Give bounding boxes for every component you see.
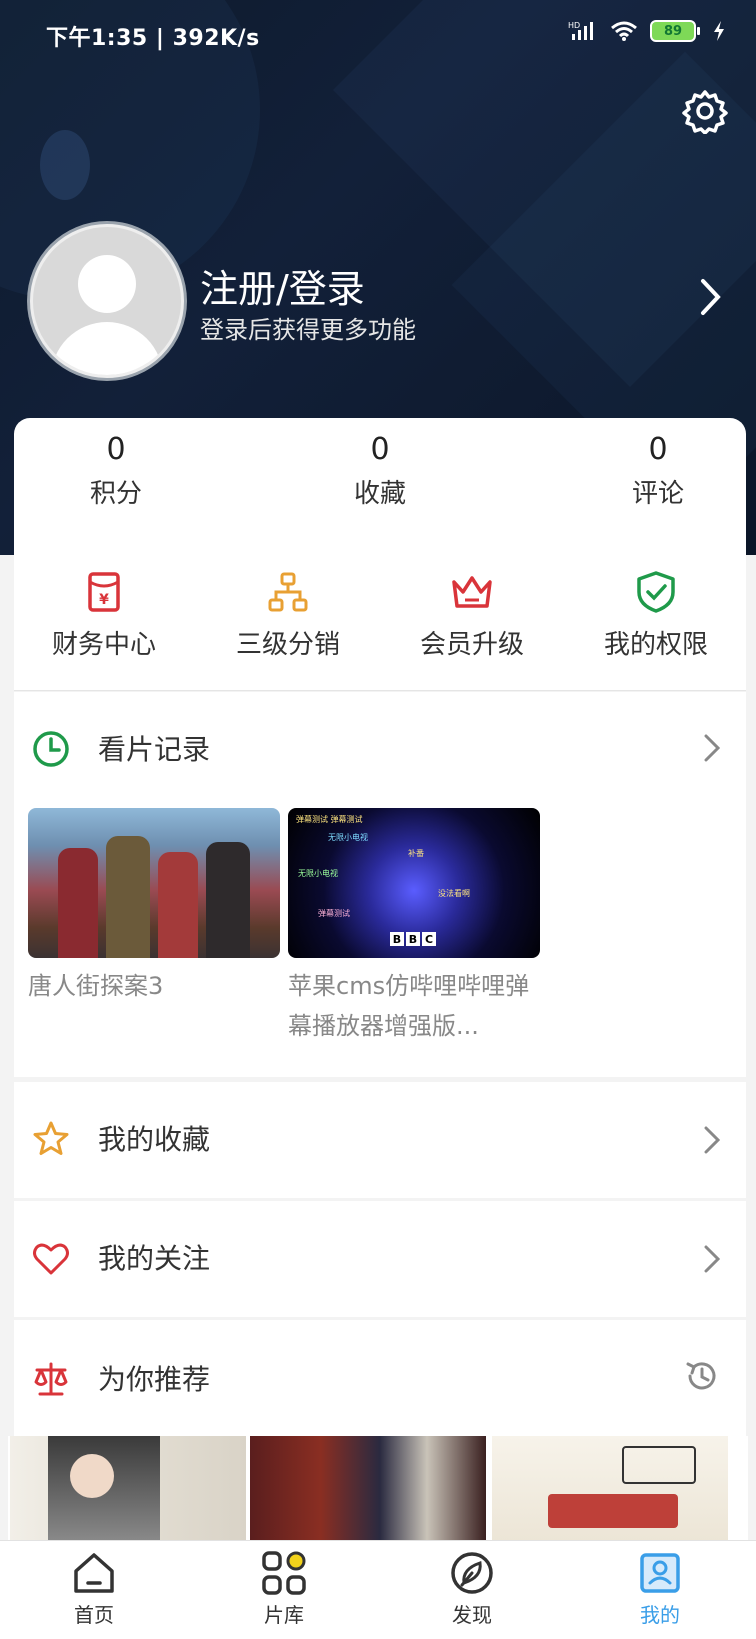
quick-permissions[interactable]: 我的权限 (566, 570, 746, 661)
signal-icon: HD (568, 21, 593, 40)
status-time: 下午1:35 | 392K/s (46, 26, 260, 51)
stat-favorites[interactable]: 0 收藏 (300, 432, 460, 510)
nav-profile[interactable]: 我的 (600, 1549, 720, 1628)
video-thumbnail (28, 808, 280, 958)
my-favorites-row[interactable]: 我的收藏 (14, 1082, 746, 1198)
video-thumbnail: 弹幕测试 弹幕测试 无限小电视 补番 无限小电视 没法看啊 弹幕测试 BBC (288, 808, 540, 958)
recommend-header: 为你推荐 (14, 1320, 746, 1440)
stat-label: 收藏 (353, 479, 406, 509)
settings-gear-icon[interactable] (682, 88, 728, 134)
watch-history-section: 看片记录 唐人街探案3 弹幕测试 弹幕测试 无限小电视 补番 无限小电视 没法看… (14, 692, 746, 1077)
network-label: HD (568, 21, 580, 30)
heart-icon (33, 1243, 69, 1275)
my-follows-row[interactable]: 我的关注 (14, 1201, 746, 1317)
red-envelope-icon: ¥ (88, 572, 120, 612)
header-decoration (40, 130, 90, 200)
crown-icon (452, 576, 492, 608)
hierarchy-icon (268, 572, 308, 612)
recommend-title: 为你推荐 (98, 1363, 211, 1396)
charging-icon (714, 21, 724, 41)
quick-menu: ¥ 财务中心 三级分销 会员升级 我的权限 (14, 556, 746, 691)
quick-distribution[interactable]: 三级分销 (198, 570, 378, 661)
chevron-right-icon[interactable] (704, 734, 720, 762)
battery-level: 89 (650, 20, 696, 42)
stat-value: 0 (648, 432, 668, 467)
history-refresh-icon[interactable] (684, 1358, 720, 1394)
nav-label: 首页 (74, 1603, 114, 1627)
chevron-right-icon (704, 1245, 720, 1273)
profile-icon (640, 1553, 680, 1593)
discover-icon (451, 1552, 493, 1594)
avatar[interactable] (30, 224, 184, 378)
stats-card: 0 积分 0 收藏 0 评论 (14, 418, 746, 558)
stat-label: 积分 (89, 479, 142, 509)
quick-finance[interactable]: ¥ 财务中心 (14, 570, 194, 661)
battery-icon: 89 (650, 20, 700, 42)
recommend-poster[interactable] (492, 1436, 728, 1542)
wifi-icon (611, 21, 637, 41)
home-icon (74, 1553, 114, 1593)
stat-value: 0 (106, 432, 126, 467)
login-title[interactable]: 注册/登录 (200, 258, 365, 313)
row-label: 我的收藏 (98, 1123, 211, 1156)
shield-check-icon (637, 571, 675, 613)
chevron-right-icon (704, 1126, 720, 1154)
clock-icon (33, 731, 69, 767)
history-video-card[interactable]: 唐人街探案3 (28, 808, 280, 1006)
quick-label: 三级分销 (235, 630, 340, 660)
nav-home[interactable]: 首页 (34, 1549, 154, 1628)
chevron-right-icon[interactable] (700, 278, 722, 316)
nav-label: 发现 (452, 1603, 492, 1627)
nav-label: 我的 (640, 1603, 680, 1627)
recommend-strip (8, 1436, 748, 1542)
row-label: 我的关注 (98, 1242, 211, 1275)
stat-label: 评论 (631, 479, 684, 509)
library-icon (262, 1551, 306, 1595)
video-title: 唐人街探案3 (28, 972, 164, 1000)
bbc-logo: BBC (390, 932, 436, 946)
video-title: 苹果cms仿哔哩哔哩弹幕播放器增强版... (288, 972, 530, 1040)
status-icons: HD 89 (568, 20, 726, 42)
scale-icon (34, 1362, 68, 1396)
quick-label: 会员升级 (419, 630, 524, 660)
nav-label: 片库 (264, 1603, 304, 1627)
nav-discover[interactable]: 发现 (412, 1549, 532, 1628)
history-title[interactable]: 看片记录 (98, 728, 210, 768)
quick-label: 财务中心 (51, 630, 156, 660)
recommend-poster[interactable] (10, 1436, 246, 1542)
svg-text:¥: ¥ (99, 592, 109, 608)
stat-value: 0 (370, 432, 390, 467)
nav-library[interactable]: 片库 (224, 1549, 344, 1628)
history-video-card[interactable]: 弹幕测试 弹幕测试 无限小电视 补番 无限小电视 没法看啊 弹幕测试 BBC 苹… (288, 808, 540, 1046)
stat-points[interactable]: 0 积分 (36, 432, 196, 510)
bottom-nav: 首页 片库 发现 我的 (0, 1540, 756, 1639)
stat-comments[interactable]: 0 评论 (578, 432, 738, 510)
quick-upgrade[interactable]: 会员升级 (382, 570, 562, 661)
status-bar: 下午1:35 | 392K/s HD 89 (0, 0, 756, 70)
quick-label: 我的权限 (603, 630, 708, 660)
login-subtitle: 登录后获得更多功能 (200, 316, 416, 344)
star-icon (33, 1121, 69, 1155)
recommend-poster[interactable] (250, 1436, 486, 1542)
